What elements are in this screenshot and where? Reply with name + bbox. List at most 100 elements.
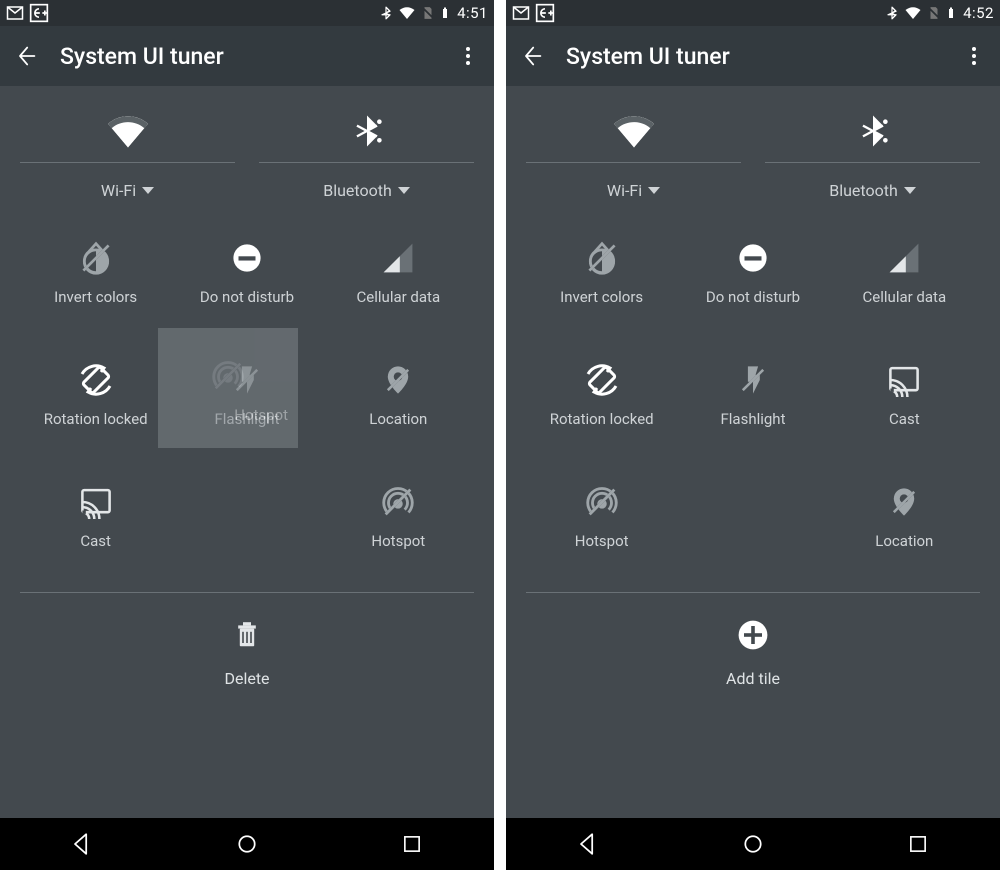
gmail-icon [6, 4, 24, 22]
tile-label: Do not disturb [706, 288, 800, 306]
tile-invert-colors[interactable]: Invert colors [526, 234, 677, 330]
status-bar: 4:51 [0, 0, 494, 26]
wifi-icon [612, 108, 656, 154]
tile-label: Cast [80, 532, 111, 550]
page-title: System UI tuner [60, 43, 456, 70]
bluetooth-status-icon [379, 4, 393, 22]
wifi-dropdown[interactable]: Wi-Fi [101, 181, 154, 200]
bluetooth-dropdown[interactable]: Bluetooth [323, 181, 410, 200]
tile-flashlight[interactable]: Flashlight [677, 356, 828, 452]
content-area: Wi-Fi Bluetooth Invert colors Do not dis… [506, 86, 1000, 818]
no-sim-icon [421, 4, 435, 22]
tile-label: Do not disturb [200, 288, 294, 306]
action-delete[interactable]: Delete [20, 593, 474, 702]
tile-invert-colors[interactable]: Invert colors [20, 234, 171, 330]
tile-label: Rotation locked [44, 410, 148, 428]
flashlight-icon [736, 356, 770, 404]
tile-location[interactable]: Location [323, 356, 474, 452]
location-icon [887, 478, 921, 526]
tile-grid: Invert colors Do not disturb Cellular da… [20, 234, 474, 574]
tile-flashlight[interactable]: Flashlight [171, 356, 322, 452]
tile-label: Location [369, 410, 427, 428]
tile-cellular-data[interactable]: Cellular data [829, 234, 980, 330]
hotspot-icon [379, 478, 417, 526]
page-title: System UI tuner [566, 43, 962, 70]
tile-cellular-data[interactable]: Cellular data [323, 234, 474, 330]
dnd-icon [230, 234, 264, 282]
tile-label: Location [875, 532, 933, 550]
header-label: Bluetooth [323, 181, 392, 200]
gmail-icon [512, 4, 530, 22]
invert-colors-icon [584, 234, 620, 282]
nav-bar [506, 818, 1000, 870]
cellular-icon [380, 234, 416, 282]
overflow-menu-button[interactable] [456, 44, 480, 68]
tile-hotspot[interactable]: Hotspot [323, 478, 474, 574]
wifi-status-icon [903, 4, 923, 22]
action-label: Delete [224, 669, 269, 688]
tile-rotation-locked[interactable]: Rotation locked [526, 356, 677, 452]
status-clock: 4:52 [963, 4, 994, 22]
nav-recent-button[interactable] [873, 818, 963, 870]
battery-icon [439, 4, 451, 22]
cast-icon [885, 356, 923, 404]
overflow-menu-button[interactable] [962, 44, 986, 68]
tile-location[interactable]: Location [829, 478, 980, 574]
tile-label: Cast [889, 410, 920, 428]
status-clock: 4:51 [457, 4, 488, 22]
tile-rotation-locked[interactable]: Rotation locked [20, 356, 171, 452]
location-icon [381, 356, 415, 404]
bluetooth-dropdown[interactable]: Bluetooth [829, 181, 916, 200]
battery-icon [945, 4, 957, 22]
tile-label: Cellular data [863, 288, 947, 306]
tile-empty [171, 478, 322, 574]
header-label: Wi-Fi [101, 181, 136, 200]
screenshot-right: 4:52 System UI tuner Wi-Fi [506, 0, 1000, 870]
chevron-down-icon [648, 187, 660, 194]
nav-home-button[interactable] [202, 818, 292, 870]
wifi-dropdown[interactable]: Wi-Fi [607, 181, 660, 200]
tile-label: Rotation locked [550, 410, 654, 428]
bluetooth-icon [350, 108, 384, 154]
chevron-down-icon [904, 187, 916, 194]
tile-label: Invert colors [54, 288, 137, 306]
bluetooth-icon [856, 108, 890, 154]
tile-cast[interactable]: Cast [829, 356, 980, 452]
content-area: Wi-Fi Bluetooth Invert colors Do not dis… [0, 86, 494, 818]
header-tile-bluetooth[interactable]: Bluetooth [765, 108, 980, 200]
header-tile-wifi[interactable]: Wi-Fi [20, 108, 235, 200]
header-tile-wifi[interactable]: Wi-Fi [526, 108, 741, 200]
nav-recent-button[interactable] [367, 818, 457, 870]
wifi-icon [106, 108, 150, 154]
tile-label: Hotspot [575, 532, 629, 550]
action-label: Add tile [726, 669, 780, 688]
back-button[interactable] [14, 44, 38, 68]
wifi-status-icon [397, 4, 417, 22]
app-bar: System UI tuner [506, 26, 1000, 86]
cellular-icon [886, 234, 922, 282]
delete-icon [231, 617, 263, 657]
tile-hotspot[interactable]: Hotspot [526, 478, 677, 574]
header-tile-bluetooth[interactable]: Bluetooth [259, 108, 474, 200]
invert-colors-icon [78, 234, 114, 282]
add-icon [735, 617, 771, 657]
action-add-tile[interactable]: Add tile [526, 593, 980, 702]
tile-label: Cellular data [357, 288, 441, 306]
tile-cast[interactable]: Cast [20, 478, 171, 574]
google-plus-icon [29, 3, 49, 23]
app-bar: System UI tuner [0, 26, 494, 86]
rotation-icon [582, 356, 622, 404]
tile-grid: Invert colors Do not disturb Cellular da… [526, 234, 980, 574]
nav-back-button[interactable] [543, 818, 633, 870]
dnd-icon [736, 234, 770, 282]
back-button[interactable] [520, 44, 544, 68]
tile-label: Hotspot [371, 532, 425, 550]
nav-back-button[interactable] [37, 818, 127, 870]
header-label: Bluetooth [829, 181, 898, 200]
no-sim-icon [927, 4, 941, 22]
nav-bar [0, 818, 494, 870]
tile-empty [677, 478, 828, 574]
nav-home-button[interactable] [708, 818, 798, 870]
tile-do-not-disturb[interactable]: Do not disturb [171, 234, 322, 330]
tile-do-not-disturb[interactable]: Do not disturb [677, 234, 828, 330]
